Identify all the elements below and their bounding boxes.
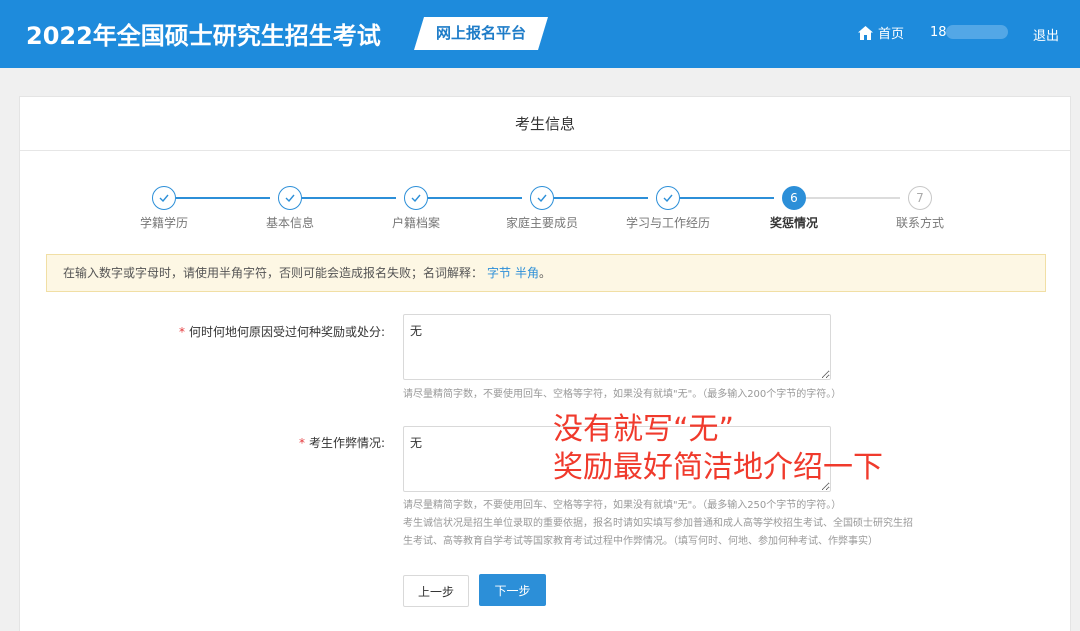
step-2-check-icon xyxy=(278,186,302,210)
top-bar: 2022年全国硕士研究生招生考试 网上报名平台 首页 18 退出 xyxy=(0,0,1080,68)
phone-mask xyxy=(946,25,1008,39)
cheating-label-text: 考生作弊情况: xyxy=(308,436,385,450)
user-phone: 18 xyxy=(930,25,947,40)
required-mark: * xyxy=(298,436,305,450)
step-3-check-icon xyxy=(404,186,428,210)
step-label-experience: 学习与工作经历 xyxy=(625,216,710,230)
annotation-line-2: 奖励最好简洁地介绍一下 xyxy=(553,450,883,485)
notice-text: 在输入数字或字母时，请使用半角字符，否则可能会造成报名失败；名词解释： xyxy=(63,266,484,280)
cheating-label: * 考生作弊情况: xyxy=(140,434,385,451)
step-label-education: 学籍学历 xyxy=(139,216,188,230)
required-mark: * xyxy=(178,325,185,339)
notice-end: 。 xyxy=(539,266,552,280)
home-link[interactable]: 首页 xyxy=(858,23,904,42)
site-title: 2022年全国硕士研究生招生考试 xyxy=(26,22,381,50)
logout-link[interactable]: 退出 xyxy=(1033,25,1059,44)
cheating-hint-line-2: 考生诚信状况是招生单位录取的重要依据，报名时请如实填写参加普通和成人高等学校招生… xyxy=(403,518,913,529)
platform-label: 网上报名平台 xyxy=(435,24,526,42)
platform-badge: 网上报名平台 xyxy=(414,17,548,50)
step-connector xyxy=(302,197,396,199)
rewards-hint: 请尽量精简字数，不要使用回车、空格等字符，如果没有就填"无"。（最多输入200个… xyxy=(403,389,842,400)
candidate-info-panel: 考生信息 6 7 学籍学历 基本信息 户籍档案 家庭主要成员 学习与工作经历 奖… xyxy=(19,96,1071,631)
home-icon xyxy=(858,25,873,40)
red-annotation: 没有就写“无” 奖励最好简洁地介绍一下 xyxy=(553,411,883,487)
step-label-basic-info: 基本信息 xyxy=(265,216,314,230)
step-connector xyxy=(428,197,522,199)
notice-banner: 在输入数字或字母时，请使用半角字符，否则可能会造成报名失败；名词解释： 字节 半角。 xyxy=(46,254,1046,292)
step-4-check-icon xyxy=(530,186,554,210)
cheating-hint-line-3: 生考试、高等教育自学考试等国家教育考试过程中作弊情况。（填写何时、何地、参加何种… xyxy=(403,536,878,547)
step-6-number: 6 xyxy=(782,186,806,210)
annotation-line-1: 没有就写“无” xyxy=(553,412,735,447)
rewards-label-text: 何时何地何原因受过何种奖励或处分: xyxy=(188,325,385,339)
rewards-textarea[interactable]: 无 xyxy=(403,314,831,380)
step-connector xyxy=(554,197,648,199)
home-label: 首页 xyxy=(878,27,905,42)
step-connector xyxy=(680,197,774,199)
step-label-rewards: 奖惩情况 xyxy=(769,216,818,230)
prev-step-button[interactable]: 上一步 xyxy=(403,575,469,607)
panel-title: 考生信息 xyxy=(20,97,1070,151)
step-5-check-icon xyxy=(656,186,680,210)
next-step-button[interactable]: 下一步 xyxy=(479,574,546,606)
step-1-check-icon xyxy=(152,186,176,210)
notice-link-halfwidth[interactable]: 半角 xyxy=(515,266,539,280)
cheating-hint: 请尽量精简字数，不要使用回车、空格等字符，如果没有就填"无"。（最多输入250个… xyxy=(403,497,1003,551)
step-7-number: 7 xyxy=(908,186,932,210)
rewards-label: * 何时何地何原因受过何种奖励或处分: xyxy=(140,323,385,340)
step-label-family: 家庭主要成员 xyxy=(505,216,578,230)
step-label-contact: 联系方式 xyxy=(895,216,944,230)
step-connector xyxy=(176,197,270,199)
step-label-household: 户籍档案 xyxy=(391,216,440,230)
notice-link-byte[interactable]: 字节 xyxy=(487,266,511,280)
step-connector xyxy=(806,197,900,199)
cheating-hint-line-1: 请尽量精简字数，不要使用回车、空格等字符，如果没有就填"无"。（最多输入250个… xyxy=(403,500,842,511)
